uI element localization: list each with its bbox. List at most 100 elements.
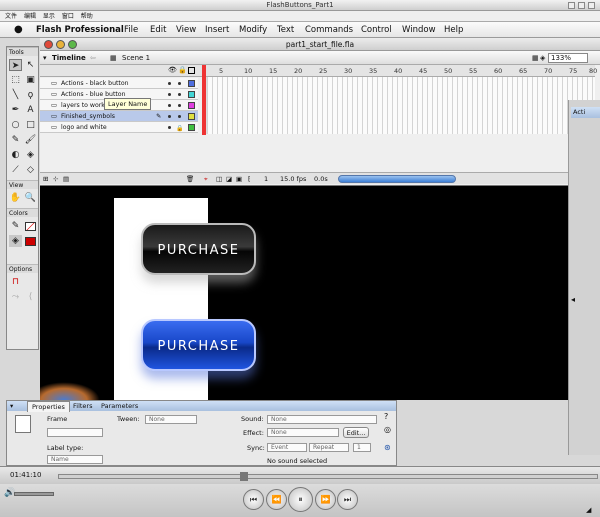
resize-grip-icon[interactable]: ◢ [586,506,591,514]
purchase-button-blue[interactable]: PURCHASE [141,319,256,371]
text-tool-icon[interactable]: A [24,104,37,116]
edit-symbol-icon[interactable]: ◈ [540,51,545,65]
playhead[interactable] [202,65,206,135]
line-tool-icon[interactable]: ╲ [9,89,22,101]
lock-dot[interactable] [178,82,181,85]
scene-name[interactable]: Scene 1 [122,51,150,65]
player-menu-file[interactable]: 文件 [5,13,17,20]
insert-layer-icon[interactable]: ⊞ [43,173,48,185]
edit-sound-button[interactable]: Edit... [343,427,369,438]
close-button[interactable] [588,2,595,9]
menu-control[interactable]: Control [361,22,392,38]
tab-parameters[interactable]: Parameters [97,401,142,411]
rectangle-tool-icon[interactable]: □ [24,119,37,131]
onion-outline-icon[interactable]: ◪ [226,173,232,185]
layer-name[interactable]: logo and white [61,122,107,133]
layer-row-selected[interactable]: ▭ Finished_symbols ✎ [40,111,198,122]
fast-forward-icon[interactable]: ⏩ [315,489,336,510]
layer-color-box[interactable] [188,91,195,98]
timeline-scrollbar[interactable] [338,175,456,183]
player-menu-edit[interactable]: 编辑 [24,13,36,20]
stage[interactable]: PURCHASE PURCHASE [40,186,568,400]
brush-tool-icon[interactable]: 🖌 [24,134,37,146]
layer-color-box[interactable] [188,80,195,87]
panel-collapse-icon[interactable]: ◂ [571,295,575,304]
zoom-tool-icon[interactable]: 🔍 [24,192,37,204]
menu-help[interactable]: Help [444,22,463,38]
oval-tool-icon[interactable]: ○ [9,119,22,131]
stroke-color-swatch[interactable] [25,222,36,231]
lasso-tool-icon[interactable]: ϙ [24,89,37,101]
smooth-option-icon[interactable]: ⤳ [9,291,22,303]
accessibility-icon[interactable]: ⊛ [384,443,391,452]
add-guide-icon[interactable]: ⊹ [53,173,58,185]
props-collapse-icon[interactable]: ▾ [10,401,13,411]
minimize-button[interactable] [568,2,575,9]
ink-bottle-tool-icon[interactable]: ◐ [9,149,22,161]
volume-slider[interactable] [14,492,54,496]
scrub-track[interactable] [58,474,598,479]
visibility-dot[interactable] [168,93,171,96]
options-menu-icon[interactable]: ◎ [384,425,391,434]
visibility-dot[interactable] [168,82,171,85]
player-menu-view[interactable]: 显示 [43,13,55,20]
help-icon[interactable]: ? [384,412,388,421]
hand-tool-icon[interactable]: ✋ [9,192,22,204]
timeline-collapse-icon[interactable]: ▾ [43,51,47,65]
pen-tool-icon[interactable]: ✒ [9,104,22,116]
layer-color-box[interactable] [188,124,195,131]
frame-name-input[interactable] [47,428,103,437]
snap-magnet-icon[interactable]: ⊓ [9,276,22,288]
layer-name[interactable]: Actions - black button [61,78,129,89]
pencil-tool-icon[interactable]: ✎ [9,134,22,146]
label-type-select[interactable]: Name [47,455,103,464]
outline-icon[interactable] [188,67,195,74]
zoom-field[interactable]: 133% [548,53,588,63]
apple-menu-icon[interactable]: ● [14,22,23,38]
edit-multiple-icon[interactable]: ▣ [236,173,242,185]
lock-dot[interactable] [178,93,181,96]
eyedropper-tool-icon[interactable]: ⟋ [9,164,22,176]
eraser-tool-icon[interactable]: ◇ [24,164,37,176]
tween-select[interactable]: None [145,415,197,424]
skip-back-icon[interactable]: ⏮ [243,489,264,510]
center-frame-icon[interactable]: ⌖ [204,173,208,185]
sync-select[interactable]: Event [267,443,307,452]
layer-row[interactable]: ▭ Actions - black button [40,78,198,89]
menu-edit[interactable]: Edit [150,22,166,38]
layer-row[interactable]: ▭ logo and white 🔒 [40,122,198,133]
timeline-tab[interactable]: Timeline [52,51,86,65]
visibility-dot[interactable] [168,115,171,118]
menu-insert[interactable]: Insert [205,22,229,38]
lock-icon[interactable]: 🔒 [178,66,187,74]
skip-forward-icon[interactable]: ⏭ [337,489,358,510]
sound-select[interactable]: None [267,415,377,424]
menu-modify[interactable]: Modify [239,22,267,38]
visibility-dot[interactable] [168,104,171,107]
pause-icon[interactable]: ⏸ [288,487,313,512]
actions-panel-tab[interactable]: Acti [571,107,600,118]
free-transform-tool-icon[interactable]: ⬚ [9,74,22,86]
tab-properties[interactable]: Properties [27,401,70,412]
effect-select[interactable]: None [267,428,339,437]
scrub-handle[interactable] [240,472,248,481]
close-doc-button[interactable] [44,40,53,49]
menu-app[interactable]: Flash Professional [36,22,124,38]
fill-color-swatch[interactable] [25,237,36,246]
lock-dot[interactable] [178,115,181,118]
layer-name[interactable]: Finished_symbols [61,111,115,122]
lock-dot[interactable] [178,104,181,107]
menu-window[interactable]: Window [402,22,436,38]
arrow-tool-icon[interactable]: ➤ [9,59,22,71]
repeat-select[interactable]: Repeat [309,443,349,452]
frame-grid[interactable] [202,77,595,134]
minimize-doc-button[interactable] [56,40,65,49]
insert-folder-icon[interactable]: ▤ [63,173,69,185]
maximize-button[interactable] [578,2,585,9]
rewind-icon[interactable]: ⏪ [266,489,287,510]
layer-color-box[interactable] [188,102,195,109]
back-arrow-icon[interactable]: ⇦ [90,51,96,65]
menu-file[interactable]: File [124,22,138,38]
repeat-count-input[interactable]: 1 [353,443,371,452]
gradient-tool-icon[interactable]: ▣ [24,74,37,86]
